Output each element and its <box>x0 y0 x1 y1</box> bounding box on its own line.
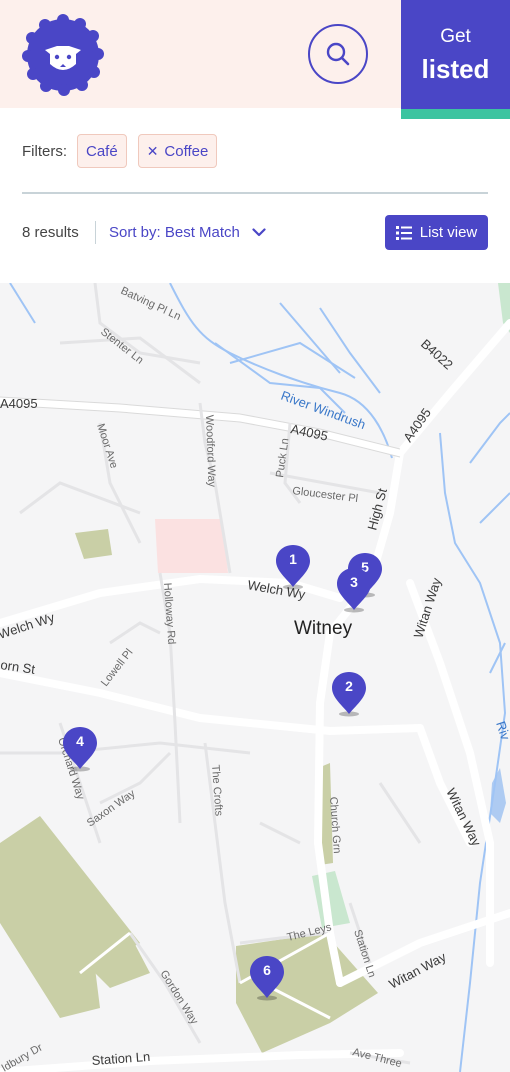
pin-label: 2 <box>345 678 353 694</box>
street-label: Lowell Pl <box>99 647 136 689</box>
list-view-label: List view <box>419 224 478 241</box>
filter-chip-coffee[interactable]: ✕ Coffee <box>137 134 218 168</box>
road-label: A4095 <box>289 421 329 443</box>
search-button[interactable] <box>308 24 368 84</box>
river-label: Riv <box>493 719 510 742</box>
filter-chip-label: Café <box>86 142 118 160</box>
filter-chip-label: Coffee <box>164 142 209 160</box>
sort-label: Sort by: Best Match <box>109 224 240 241</box>
street-label: Puck Ln <box>274 437 291 478</box>
street-label: Stenter Ln <box>98 326 145 367</box>
divider-vertical <box>95 221 96 244</box>
pin-label: 4 <box>76 733 84 749</box>
search-icon <box>326 42 350 66</box>
street-label: Moor Ave <box>94 422 120 470</box>
town-label: Witney <box>294 618 353 639</box>
road-label: A4095 <box>400 405 434 444</box>
list-icon <box>395 225 412 240</box>
pin-label: 3 <box>350 574 358 590</box>
street-label: Gordon Way <box>157 968 200 1027</box>
street-label: Woodford Way <box>203 415 218 488</box>
pin-label: 6 <box>263 962 271 978</box>
map-pin[interactable]: 6 <box>249 954 285 1002</box>
results-count: 8 results <box>22 224 79 241</box>
filter-chip-cafe[interactable]: Café <box>77 134 127 168</box>
street-label: Saxon Way <box>85 787 138 829</box>
close-icon[interactable]: ✕ <box>147 143 159 160</box>
map-pin[interactable]: 1 <box>275 543 311 591</box>
divider <box>22 192 488 194</box>
map[interactable]: A4095 A4095 A4095 B4022 High St Welch Wy… <box>0 283 510 1072</box>
chevron-down-icon <box>252 224 266 241</box>
list-view-button[interactable]: List view <box>385 215 488 250</box>
sheep-logo-icon[interactable] <box>22 14 104 96</box>
road-label: B4022 <box>418 336 456 372</box>
filters-label: Filters: <box>22 142 67 160</box>
accent-stripe <box>401 109 510 119</box>
street-label: Holloway Rd <box>161 582 177 644</box>
site-header: Get listed <box>0 0 510 119</box>
filters-bar: Filters: Café ✕ Coffee <box>22 134 228 168</box>
map-pin[interactable]: 3 <box>336 566 372 614</box>
road-label: A4095 <box>0 396 38 411</box>
get-listed-line1: Get <box>440 26 471 47</box>
sort-dropdown[interactable]: Sort by: Best Match <box>109 224 266 241</box>
street-label: The Crofts <box>209 764 225 817</box>
pin-label: 1 <box>289 551 297 567</box>
map-pin[interactable]: 4 <box>62 725 98 773</box>
get-listed-line2: listed <box>421 54 490 84</box>
map-pin[interactable]: 2 <box>331 670 367 718</box>
get-listed-button[interactable]: Get listed <box>401 0 510 119</box>
